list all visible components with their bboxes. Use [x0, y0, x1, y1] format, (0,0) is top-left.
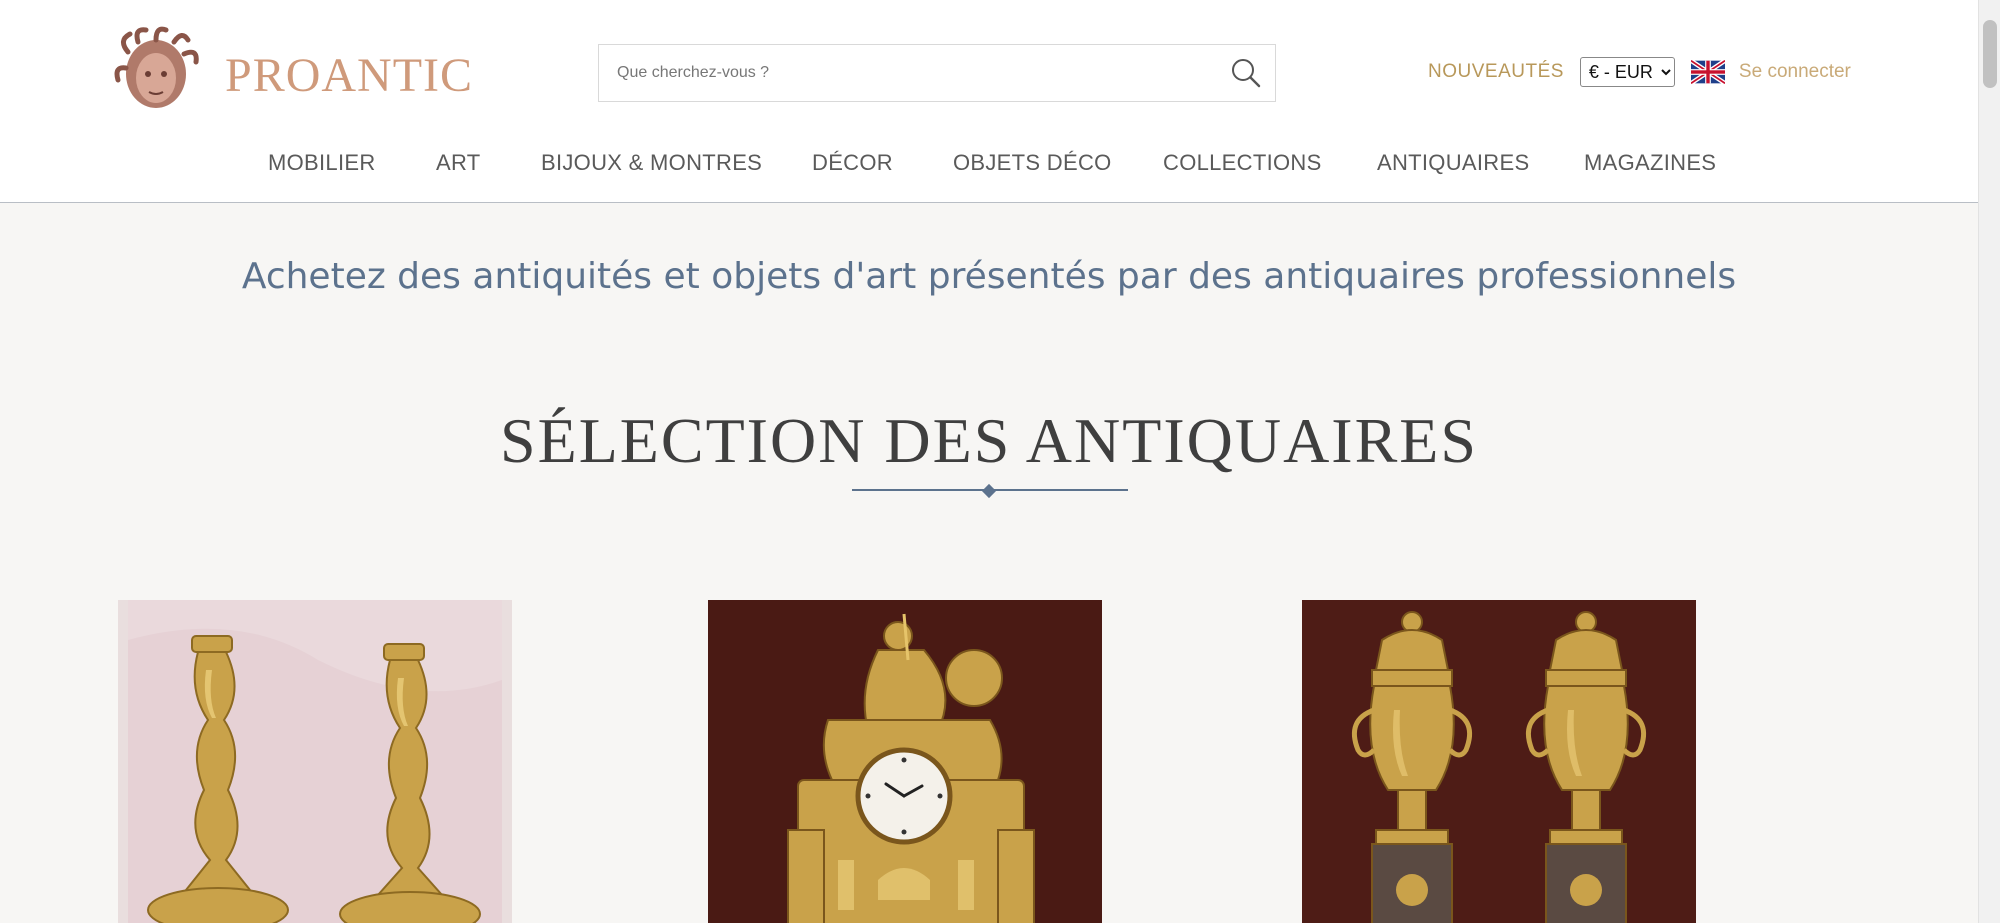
dealer-selection-gallery: [108, 528, 1848, 923]
search-button[interactable]: [1225, 53, 1267, 93]
nav-item-antiquaires[interactable]: ANTIQUAIRES: [1377, 150, 1529, 176]
nav-item-bijoux-montres[interactable]: BIJOUX & MONTRES: [541, 150, 762, 176]
page-tagline: Achetez des antiquités et objets d'art p…: [241, 256, 1737, 297]
page-scrollbar[interactable]: [1978, 0, 2000, 923]
candlesticks-image: [118, 600, 512, 923]
nav-item-mobilier[interactable]: MOBILIER: [268, 150, 376, 176]
urns-image: [1302, 600, 1696, 923]
product-card-candlesticks[interactable]: [118, 600, 512, 923]
main-nav: MOBILIER ART BIJOUX & MONTRES DÉCOR OBJE…: [108, 124, 1848, 202]
currency-select[interactable]: € - EUR: [1579, 57, 1675, 87]
site-logo[interactable]: PROANTIC: [108, 20, 472, 122]
section-title: SÉLECTION DES ANTIQUAIRES: [500, 405, 1478, 476]
nav-item-objets-deco[interactable]: OBJETS DÉCO: [953, 150, 1112, 176]
logo-wordmark: PROANTIC: [225, 49, 474, 102]
title-divider-ornament: [981, 483, 997, 499]
mantel-clock-image: [708, 600, 1102, 923]
nav-item-art[interactable]: ART: [436, 150, 481, 176]
search-input[interactable]: [599, 45, 1209, 101]
nav-item-decor[interactable]: DÉCOR: [812, 150, 893, 176]
login-link[interactable]: Se connecter: [1739, 61, 1851, 83]
nav-item-magazines[interactable]: MAGAZINES: [1584, 150, 1716, 176]
site-header: PROANTIC NOUVEAUTÉS € - EUR Se connecter…: [0, 0, 1978, 203]
medusa-head-icon: [108, 22, 204, 120]
search-bar: [598, 44, 1276, 102]
product-card-urns[interactable]: [1302, 600, 1696, 923]
product-card-mantel-clock[interactable]: [708, 600, 1102, 923]
nav-item-collections[interactable]: COLLECTIONS: [1163, 150, 1322, 176]
new-arrivals-link[interactable]: NOUVEAUTÉS: [1428, 61, 1564, 83]
uk-flag-icon[interactable]: [1690, 60, 1725, 84]
header-utilities: NOUVEAUTÉS € - EUR Se connecter: [1428, 55, 1851, 89]
scrollbar-thumb[interactable]: [1983, 20, 1997, 88]
search-icon: [1232, 59, 1261, 88]
